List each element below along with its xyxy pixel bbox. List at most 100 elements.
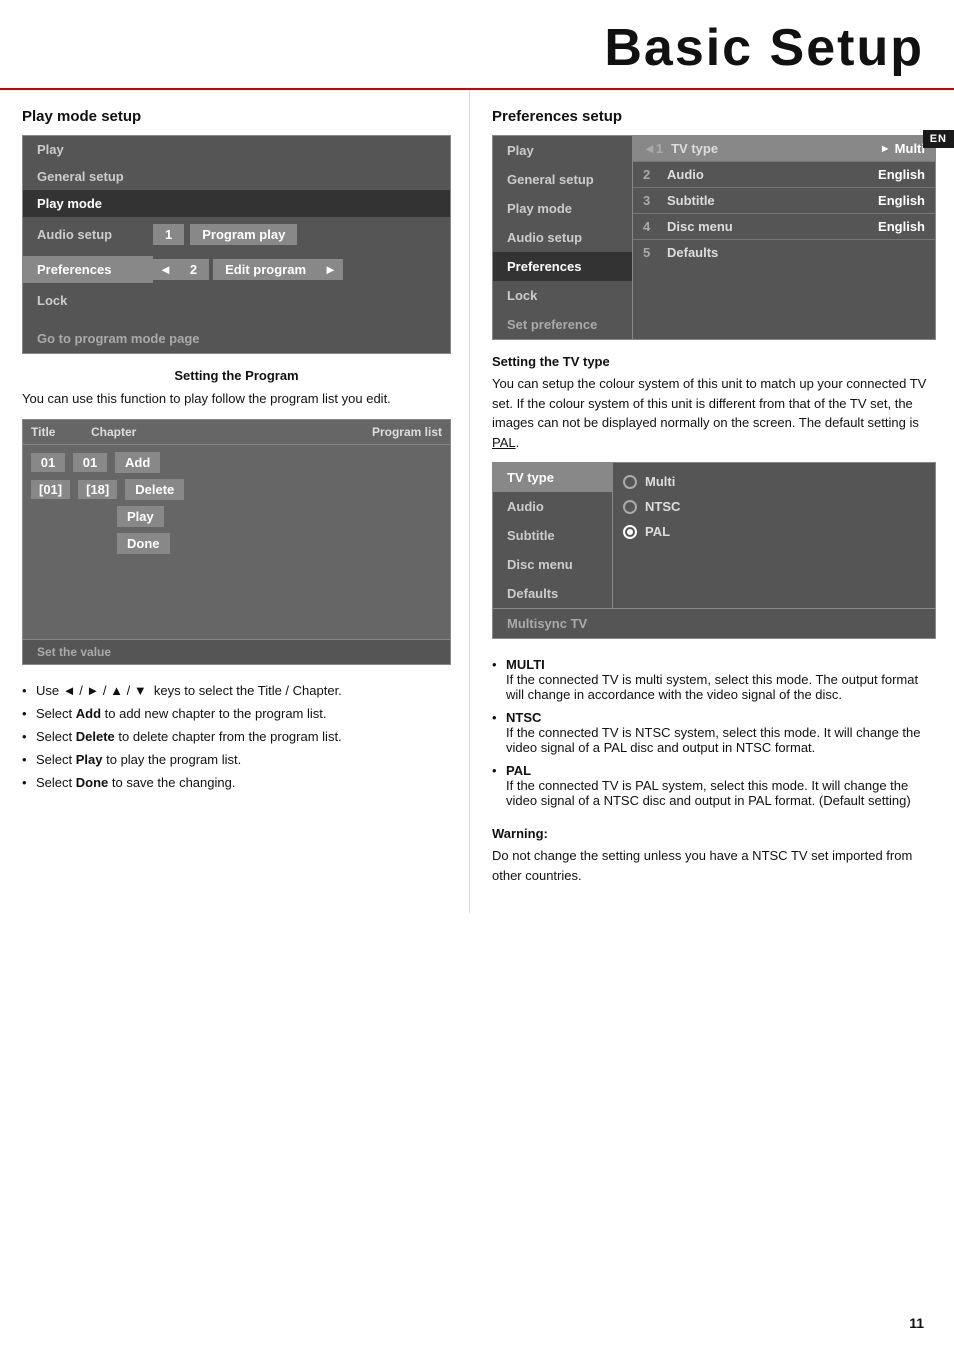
pref-defaults-label: Defaults (667, 245, 925, 260)
play-mode-menu: Play General setup Play mode Audio setup… (22, 135, 451, 354)
option-row-1: Audio setup 1 Program play (23, 217, 450, 252)
pref-nav-audio[interactable]: Audio setup (493, 223, 632, 252)
list-item-ntsc: NTSCIf the connected TV is NTSC system, … (492, 706, 936, 759)
delete-button[interactable]: Delete (125, 479, 184, 500)
pref-option-tvtype[interactable]: ◄1 TV type ► Multi (633, 136, 935, 162)
pref-num-4: 4 (643, 219, 659, 234)
set-value-bar: Set the value (23, 639, 450, 664)
pref-left-nav: Play General setup Play mode Audio setup… (493, 136, 633, 339)
tv-left-nav: TV type Audio Subtitle Disc menu Default… (493, 463, 613, 608)
tv-nav-subtitle[interactable]: Subtitle (493, 521, 612, 550)
list-item-pal: PALIf the connected TV is PAL system, se… (492, 759, 936, 812)
list-item-multi: MULTIIf the connected TV is multi system… (492, 653, 936, 706)
pref-nav-setpref[interactable]: Set preference (493, 310, 632, 339)
cell-title-1: 01 (31, 453, 65, 472)
main-content: Play mode setup Play General setup Play … (0, 90, 954, 913)
cell-title-2: [01] (31, 480, 70, 499)
program-table-header: Title Chapter Program list (23, 420, 450, 445)
col-title: Title (31, 425, 91, 439)
list-item: Select Play to play the program list. (22, 748, 451, 771)
pref-option-discmenu[interactable]: 4 Disc menu English (633, 214, 935, 240)
en-badge: EN (923, 130, 954, 148)
tv-option-pal[interactable]: PAL (623, 519, 925, 544)
warning-label: Warning: (492, 826, 936, 841)
pref-nav-playmode[interactable]: Play mode (493, 194, 632, 223)
pref-arrow-right-icon: ► (880, 143, 891, 155)
list-item: Select Done to save the changing. (22, 771, 451, 794)
play-button[interactable]: Play (117, 506, 164, 527)
page-title: Basic Setup (0, 18, 924, 78)
cell-chapter-2: [18] (78, 480, 117, 499)
pref-option-subtitle[interactable]: 3 Subtitle English (633, 188, 935, 214)
pref-audio-value: English (878, 167, 925, 182)
pref-options: ◄1 TV type ► Multi 2 Audio English 3 Sub… (633, 136, 935, 339)
list-item: Use ◄ / ► / ▲ / ▼ keys to select the Tit… (22, 679, 451, 702)
table-row-empty (23, 583, 450, 609)
list-item: Select Add to add new chapter to the pro… (22, 702, 451, 725)
option-edit-program-label: Edit program (213, 259, 318, 280)
tv-nav-tvtype[interactable]: TV type (493, 463, 612, 492)
menu-item-play-mode[interactable]: Play mode (23, 190, 450, 217)
col-program-list: Program list (231, 425, 442, 439)
tv-type-text: You can setup the colour system of this … (492, 374, 936, 452)
table-row-empty (23, 609, 450, 635)
tv-multi-label: Multi (645, 474, 675, 489)
arrow-right-icon: ► (318, 259, 343, 280)
pref-num-3: 3 (643, 193, 659, 208)
menu-item-lock[interactable]: Lock (23, 287, 450, 314)
setting-program-heading: Setting the Program (22, 368, 451, 383)
add-button[interactable]: Add (115, 452, 160, 473)
menu-item-play[interactable]: Play (23, 136, 450, 163)
pref-nav-preferences[interactable]: Preferences (493, 252, 632, 281)
arrow-left-icon: ◄ (153, 259, 178, 280)
option-edit-program-num: 2 (178, 259, 209, 280)
spacer (23, 314, 450, 324)
pref-option-defaults[interactable]: 5 Defaults (633, 240, 935, 265)
col-action (161, 425, 231, 439)
pref-nav-lock[interactable]: Lock (493, 281, 632, 310)
tv-type-heading: Setting the TV type (492, 354, 936, 369)
preferences-menu: Play General setup Play mode Audio setup… (492, 135, 936, 340)
cell-chapter-1: 01 (73, 453, 107, 472)
program-table-body: 01 01 Add [01] [18] Delete Play (23, 445, 450, 639)
pref-subtitle-label: Subtitle (667, 193, 878, 208)
done-button[interactable]: Done (117, 533, 170, 554)
radio-multi-icon (623, 475, 637, 489)
tv-nav-audio[interactable]: Audio (493, 492, 612, 521)
left-section-title: Play mode setup (22, 108, 451, 125)
pref-nav-general[interactable]: General setup (493, 165, 632, 194)
pref-nav-play[interactable]: Play (493, 136, 632, 165)
page-header: Basic Setup (0, 0, 954, 90)
pref-arrow-left-icon: ◄1 (643, 141, 663, 156)
setting-program-text: You can use this function to play follow… (22, 389, 451, 409)
option-program-play-num: 1 (153, 224, 184, 245)
option-row-2: Preferences ◄ 2 Edit program ► (23, 252, 450, 287)
tv-nav-discmenu[interactable]: Disc menu (493, 550, 612, 579)
right-column: Preferences setup Play General setup Pla… (470, 90, 954, 913)
warning-text: Do not change the setting unless you hav… (492, 846, 936, 885)
table-row-empty (23, 557, 450, 583)
pref-option-audio[interactable]: 2 Audio English (633, 162, 935, 188)
option-program-play-label: Program play (190, 224, 297, 245)
tv-multisync-label: Multisync TV (493, 608, 935, 638)
menu-item-preferences[interactable]: Preferences (23, 256, 153, 283)
tv-menu-inner: TV type Audio Subtitle Disc menu Default… (493, 463, 935, 608)
table-row: [01] [18] Delete (23, 476, 450, 503)
col-chapter: Chapter (91, 425, 161, 439)
pal-underline: PAL (492, 435, 516, 450)
program-table: Title Chapter Program list 01 01 Add [01… (22, 419, 451, 665)
radio-ntsc-icon (623, 500, 637, 514)
table-row: Play (23, 503, 450, 530)
tv-nav-defaults[interactable]: Defaults (493, 579, 612, 608)
radio-pal-icon (623, 525, 637, 539)
tv-option-multi[interactable]: Multi (623, 469, 925, 494)
tv-ntsc-label: NTSC (645, 499, 680, 514)
pref-num-2: 2 (643, 167, 659, 182)
pref-tvtype-label: TV type (671, 141, 876, 156)
pref-tvtype-value: Multi (895, 141, 925, 156)
tv-pal-label: PAL (645, 524, 670, 539)
menu-item-audio-setup[interactable]: Audio setup (23, 221, 153, 248)
tv-option-ntsc[interactable]: NTSC (623, 494, 925, 519)
menu-item-general-setup[interactable]: General setup (23, 163, 450, 190)
goto-program-mode[interactable]: Go to program mode page (23, 324, 450, 353)
